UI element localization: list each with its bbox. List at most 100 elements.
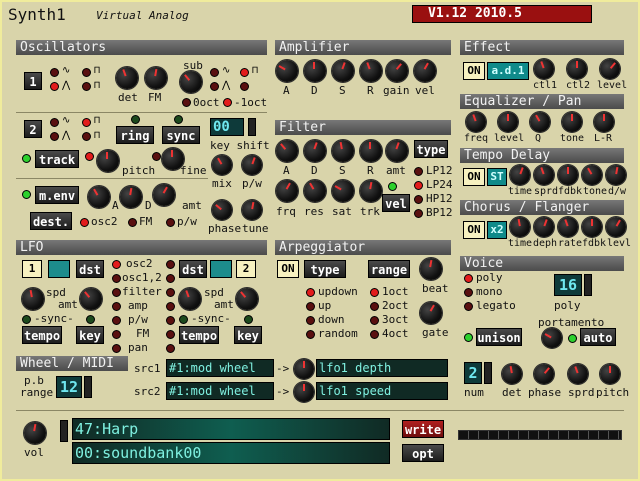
track-button[interactable]: track [35, 150, 79, 168]
filter-sat-knob[interactable] [332, 180, 354, 202]
filter-lp12-led[interactable] [414, 167, 423, 176]
osc1-button[interactable]: 1 [24, 72, 42, 90]
filter-a-knob[interactable] [276, 140, 298, 162]
lfo1-dst-button[interactable]: dst [76, 260, 104, 278]
arp-3oct-led[interactable] [370, 316, 379, 325]
lfo1-dest-pw-led[interactable] [112, 316, 121, 325]
lfo1-spd-knob[interactable] [22, 288, 44, 310]
tune-knob[interactable] [242, 200, 262, 220]
arp-up-led[interactable] [306, 302, 315, 311]
volume-knob[interactable] [24, 422, 46, 444]
arp-2oct-led[interactable] [370, 302, 379, 311]
poly-count-spinner[interactable] [584, 274, 592, 296]
chorus-fdbk-knob[interactable] [582, 217, 602, 237]
chorus-deph-knob[interactable] [534, 217, 554, 237]
dst2-display[interactable]: lfo1 speed [316, 382, 448, 400]
lfo2-dest-pan-led[interactable] [166, 344, 175, 353]
src2-display[interactable]: #1:mod wheel [166, 382, 274, 400]
lfo2-dest-filter-led[interactable] [166, 288, 175, 297]
patch-name-display[interactable]: 47:Harp [72, 418, 390, 440]
unison-num-display[interactable]: 2 [464, 362, 482, 384]
lfo2-button[interactable]: 2 [236, 260, 256, 278]
amp-s-knob[interactable] [332, 60, 354, 82]
key-shift-display[interactable]: 00 [210, 118, 244, 136]
oct0-led[interactable] [182, 98, 191, 107]
lfo2-dest-pw-led[interactable] [166, 316, 175, 325]
write-button[interactable]: write [402, 420, 444, 438]
oct1-led[interactable] [223, 98, 232, 107]
opt-button[interactable]: opt [402, 444, 444, 462]
filter-vel-button[interactable]: vel [382, 194, 410, 212]
effect-level-knob[interactable] [600, 59, 620, 79]
eq-q-knob[interactable] [530, 112, 550, 132]
lfo2-dest-fm-led[interactable] [166, 330, 175, 339]
phase-knob[interactable] [212, 200, 232, 220]
chorus-mode-display[interactable]: x2 [487, 221, 507, 239]
amp-gain-knob[interactable] [386, 60, 408, 82]
lfo1-tempo-button[interactable]: tempo [22, 326, 62, 344]
arp-on-button[interactable]: ON [277, 260, 299, 278]
lfo2-tempo-button[interactable]: tempo [179, 326, 219, 344]
eq-tone-knob[interactable] [562, 112, 582, 132]
filter-trk-knob[interactable] [360, 180, 382, 202]
osc1-wave-led-c[interactable] [82, 68, 91, 77]
sub-wave-led-a[interactable] [210, 68, 219, 77]
osc2-wave-led-b[interactable] [50, 132, 59, 141]
unison-sprd-knob[interactable] [568, 364, 588, 384]
chorus-rate-knob[interactable] [558, 217, 578, 237]
sub-wave-led-d[interactable] [240, 82, 249, 91]
dest-button[interactable]: dest. [30, 212, 72, 230]
src1-display[interactable]: #1:mod wheel [166, 359, 274, 377]
arp-range-button[interactable]: range [368, 260, 410, 278]
dst1-display[interactable]: lfo1 depth [316, 359, 448, 377]
delay-dw-knob[interactable] [606, 165, 626, 185]
pw-knob[interactable] [242, 155, 262, 175]
lfo1-key-button[interactable]: key [76, 326, 104, 344]
bank-name-display[interactable]: 00:soundbank00 [72, 442, 390, 464]
lfo2-sync-led-b[interactable] [244, 315, 253, 324]
osc2-wave-led-c[interactable] [82, 118, 91, 127]
poly-count-display[interactable]: 16 [554, 274, 582, 296]
menv-d-knob[interactable] [120, 186, 142, 208]
effect-on-button[interactable]: ON [463, 62, 485, 80]
menv-amt-knob[interactable] [153, 184, 175, 206]
filter-type-button[interactable]: type [414, 140, 448, 158]
osc-det-knob[interactable] [116, 67, 138, 89]
delay-tone-knob[interactable] [582, 165, 602, 185]
arp-beat-knob[interactable] [420, 258, 442, 280]
lfo2-dest-amp-led[interactable] [166, 302, 175, 311]
amp-vel-knob[interactable] [414, 60, 436, 82]
lfo1-sync-led-b[interactable] [86, 315, 95, 324]
dest-osc2-led[interactable] [80, 218, 89, 227]
delay-on-button[interactable]: ON [463, 168, 485, 186]
osc1-wave-led-b[interactable] [50, 82, 59, 91]
osc2-wave-led-a[interactable] [50, 118, 59, 127]
filter-frq-knob[interactable] [276, 180, 298, 202]
eq-freq-knob[interactable] [466, 112, 486, 132]
osc-fm-knob[interactable] [145, 67, 167, 89]
unison-num-spinner[interactable] [484, 362, 492, 384]
lfo1-dest-fm-led[interactable] [112, 330, 121, 339]
lfo2-key-button[interactable]: key [234, 326, 262, 344]
sub-wave-led-b[interactable] [210, 82, 219, 91]
filter-amt-knob[interactable] [386, 140, 408, 162]
lfo1-button[interactable]: 1 [22, 260, 42, 278]
filter-hp12-led[interactable] [414, 195, 423, 204]
filter-s-knob[interactable] [332, 140, 354, 162]
voice-mono-led[interactable] [464, 288, 473, 297]
lfo1-dest-osc12-led[interactable] [112, 274, 121, 283]
auto-button[interactable]: auto [580, 328, 616, 346]
src2-amount-knob[interactable] [294, 382, 314, 402]
voice-poly-led[interactable] [464, 274, 473, 283]
arp-random-led[interactable] [306, 330, 315, 339]
lfo2-amt-knob[interactable] [236, 288, 258, 310]
amp-r-knob[interactable] [360, 60, 382, 82]
mix-knob[interactable] [212, 155, 232, 175]
filter-lp24-led[interactable] [414, 181, 423, 190]
lfo2-shape-icon[interactable] [210, 260, 232, 278]
menv-button[interactable]: m.env [35, 186, 79, 204]
lfo2-spd-knob[interactable] [179, 288, 201, 310]
arp-4oct-led[interactable] [370, 330, 379, 339]
arp-updown-led[interactable] [306, 288, 315, 297]
lfo2-dst-button[interactable]: dst [179, 260, 207, 278]
